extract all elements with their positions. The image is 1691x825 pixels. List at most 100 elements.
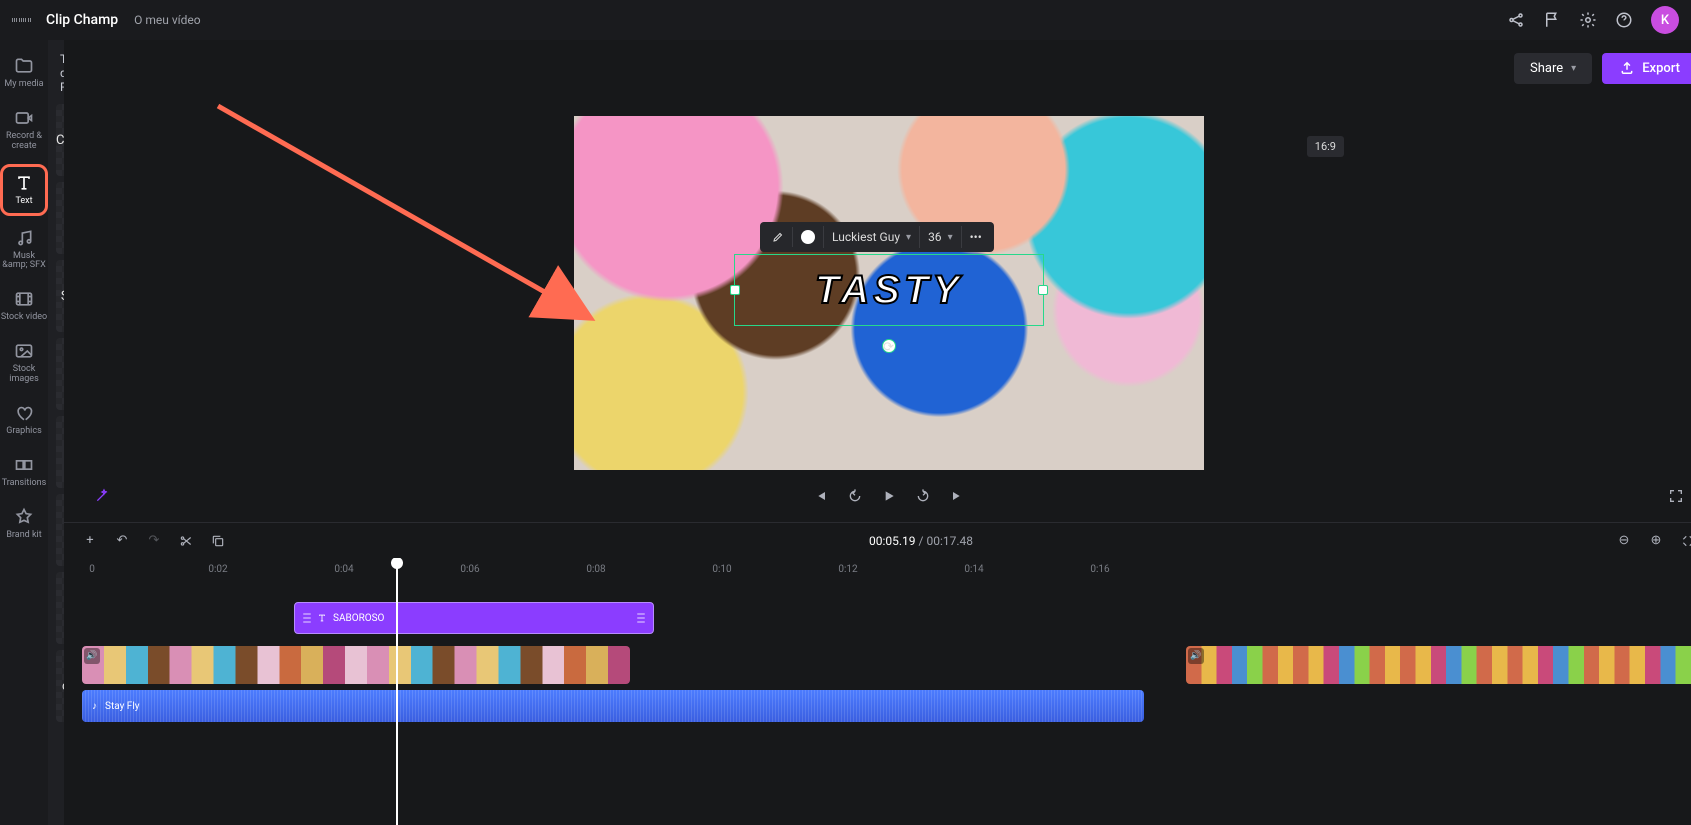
- fullscreen-icon[interactable]: [1668, 488, 1684, 504]
- text-track[interactable]: SABOROSO: [82, 602, 1691, 640]
- ruler-tick: 0:12: [838, 564, 857, 575]
- top-bar: Clip Champ O meu vídeo K: [0, 0, 1691, 40]
- fit-timeline-icon[interactable]: [1680, 533, 1691, 549]
- time-readout: 00:05.19 / 00:17.48: [869, 534, 973, 548]
- rail-graphics[interactable]: Graphics: [0, 397, 48, 443]
- rail-transitions[interactable]: Transitions: [0, 449, 48, 495]
- chevron-down-icon: ▾: [906, 232, 911, 243]
- ruler-tick: 0:04: [334, 564, 353, 575]
- text-style-tile[interactable]: Simples: [56, 182, 64, 254]
- rail-label: Record & create: [0, 132, 48, 152]
- text-styles-panel: Texto do Paul Cabeçalho Subcabeçalho Sim…: [48, 40, 64, 825]
- rail-record-create[interactable]: Record & create: [0, 102, 48, 158]
- video-clip-1[interactable]: 🔊: [82, 646, 630, 684]
- toolbar-font[interactable]: Luckiest Guy ▾: [824, 226, 920, 248]
- zoom-out-icon[interactable]: ⊖: [1616, 533, 1632, 549]
- rail-text[interactable]: Text: [0, 164, 48, 216]
- text-clip-label: SABOROSO: [333, 613, 384, 624]
- rail-label: Brand kit: [6, 531, 41, 541]
- text-style-tile[interactable]: Subtítulo: [56, 260, 64, 332]
- text-floating-toolbar: Luckiest Guy ▾ 36 ▾ •••: [760, 222, 994, 252]
- rail-music-sfx[interactable]: Musk &amp; SFX: [0, 222, 48, 278]
- tile-label: Cabeçalho: [56, 133, 64, 148]
- gear-icon[interactable]: [1579, 11, 1597, 29]
- rail-brand-kit[interactable]: Brand kit: [0, 501, 48, 547]
- ruler-tick: 0:14: [964, 564, 983, 575]
- time-current: 00:05.19: [869, 534, 916, 548]
- video-clip-2[interactable]: 🔊: [1186, 646, 1691, 684]
- scissors-icon[interactable]: [178, 533, 194, 549]
- rail-stock-images[interactable]: Stock images: [0, 335, 48, 391]
- text-style-tile[interactable]: Beach: [56, 494, 64, 566]
- more-dots-icon[interactable]: •••: [962, 226, 990, 248]
- avatar[interactable]: K: [1651, 6, 1679, 34]
- audio-clip-label: Stay Fly: [105, 701, 139, 712]
- app-name: Clip Champ: [46, 12, 118, 28]
- text-style-tile[interactable]: LÚDICO: [56, 338, 64, 410]
- rail-label: Transitions: [2, 479, 47, 489]
- text-style-tile[interactable]: BLOCO: [56, 572, 64, 644]
- project-name[interactable]: O meu vídeo: [134, 13, 200, 27]
- clip-grip-left[interactable]: [303, 608, 311, 628]
- rail-stock-video[interactable]: Stock video: [0, 283, 48, 329]
- toolbar-color[interactable]: [793, 226, 824, 248]
- timeline-ruler[interactable]: 00:020:040:060:080:100:120:140:16: [82, 558, 1691, 580]
- playhead[interactable]: [396, 558, 398, 825]
- magic-wand-icon[interactable]: [94, 488, 110, 504]
- copy-icon[interactable]: [210, 533, 226, 549]
- timeline-toolbar: + ↶ ↷ 00:05.19 / 00:17.48 ⊖ ⊕: [64, 522, 1691, 558]
- undo-icon[interactable]: ↶: [114, 533, 130, 549]
- app-grid-icon[interactable]: [12, 11, 30, 29]
- left-rail: My media Record & create Text Musk &amp;…: [0, 40, 48, 825]
- text-style-tile[interactable]: carvalho: [56, 650, 64, 722]
- help-icon[interactable]: [1615, 11, 1633, 29]
- time-total: 00:17.48: [926, 534, 973, 548]
- export-button[interactable]: Export: [1602, 53, 1691, 84]
- edit-pencil-icon[interactable]: [764, 227, 793, 247]
- rail-label: Stock video: [1, 313, 47, 323]
- flag-icon[interactable]: [1543, 11, 1561, 29]
- skip-end-icon[interactable]: [949, 488, 965, 504]
- ruler-tick: 0:06: [460, 564, 479, 575]
- add-icon[interactable]: +: [82, 533, 98, 549]
- audio-waveform: [82, 690, 1144, 722]
- rail-label: Stock images: [0, 365, 48, 385]
- aspect-ratio-badge[interactable]: 16:9: [1307, 136, 1344, 157]
- panel-title: Texto do Paul: [56, 52, 60, 94]
- playback-controls: [64, 470, 1691, 522]
- play-icon[interactable]: [881, 488, 897, 504]
- collapse-panel-button[interactable]: ‹: [62, 440, 64, 476]
- rotate-handle[interactable]: ⟳: [882, 339, 896, 353]
- video-preview[interactable]: Luckiest Guy ▾ 36 ▾ ••• TASTY ⟳: [574, 116, 1204, 470]
- rail-label: Text: [15, 197, 32, 207]
- audio-track[interactable]: ♪ Stay Fly: [82, 690, 1691, 728]
- text-clip[interactable]: SABOROSO: [294, 602, 654, 634]
- toolbar-size-label: 36: [928, 230, 942, 244]
- skip-start-icon[interactable]: [813, 488, 829, 504]
- ruler-tick: 0:08: [586, 564, 605, 575]
- resize-handle-left[interactable]: [730, 285, 740, 295]
- chevron-down-icon: ▾: [948, 232, 953, 243]
- resize-handle-right[interactable]: [1038, 285, 1048, 295]
- rewind-icon[interactable]: [847, 488, 863, 504]
- share-network-icon[interactable]: [1507, 11, 1525, 29]
- rail-label: Graphics: [6, 427, 41, 437]
- share-button[interactable]: Share▾: [1514, 53, 1592, 84]
- speaker-icon[interactable]: 🔊: [1188, 648, 1204, 664]
- forward-icon[interactable]: [915, 488, 931, 504]
- ruler-tick: 0: [89, 564, 95, 575]
- overlay-text[interactable]: TASTY: [815, 268, 963, 313]
- rail-my-media[interactable]: My media: [0, 50, 48, 96]
- audio-clip[interactable]: ♪ Stay Fly: [82, 690, 1144, 722]
- text-overlay-box[interactable]: TASTY ⟳: [734, 254, 1044, 326]
- clip-grip-right[interactable]: [637, 608, 645, 628]
- text-style-tile[interactable]: Cabeçalho: [56, 104, 64, 176]
- zoom-in-icon[interactable]: ⊕: [1648, 533, 1664, 549]
- redo-icon[interactable]: ↷: [146, 533, 162, 549]
- text-icon: [317, 613, 327, 623]
- toolbar-size[interactable]: 36 ▾: [920, 226, 962, 248]
- speaker-icon[interactable]: 🔊: [84, 648, 100, 664]
- timeline[interactable]: 00:020:040:060:080:100:120:140:16 SABORO…: [64, 558, 1691, 825]
- ruler-tick: 0:02: [208, 564, 227, 575]
- music-note-icon: ♪: [92, 701, 97, 712]
